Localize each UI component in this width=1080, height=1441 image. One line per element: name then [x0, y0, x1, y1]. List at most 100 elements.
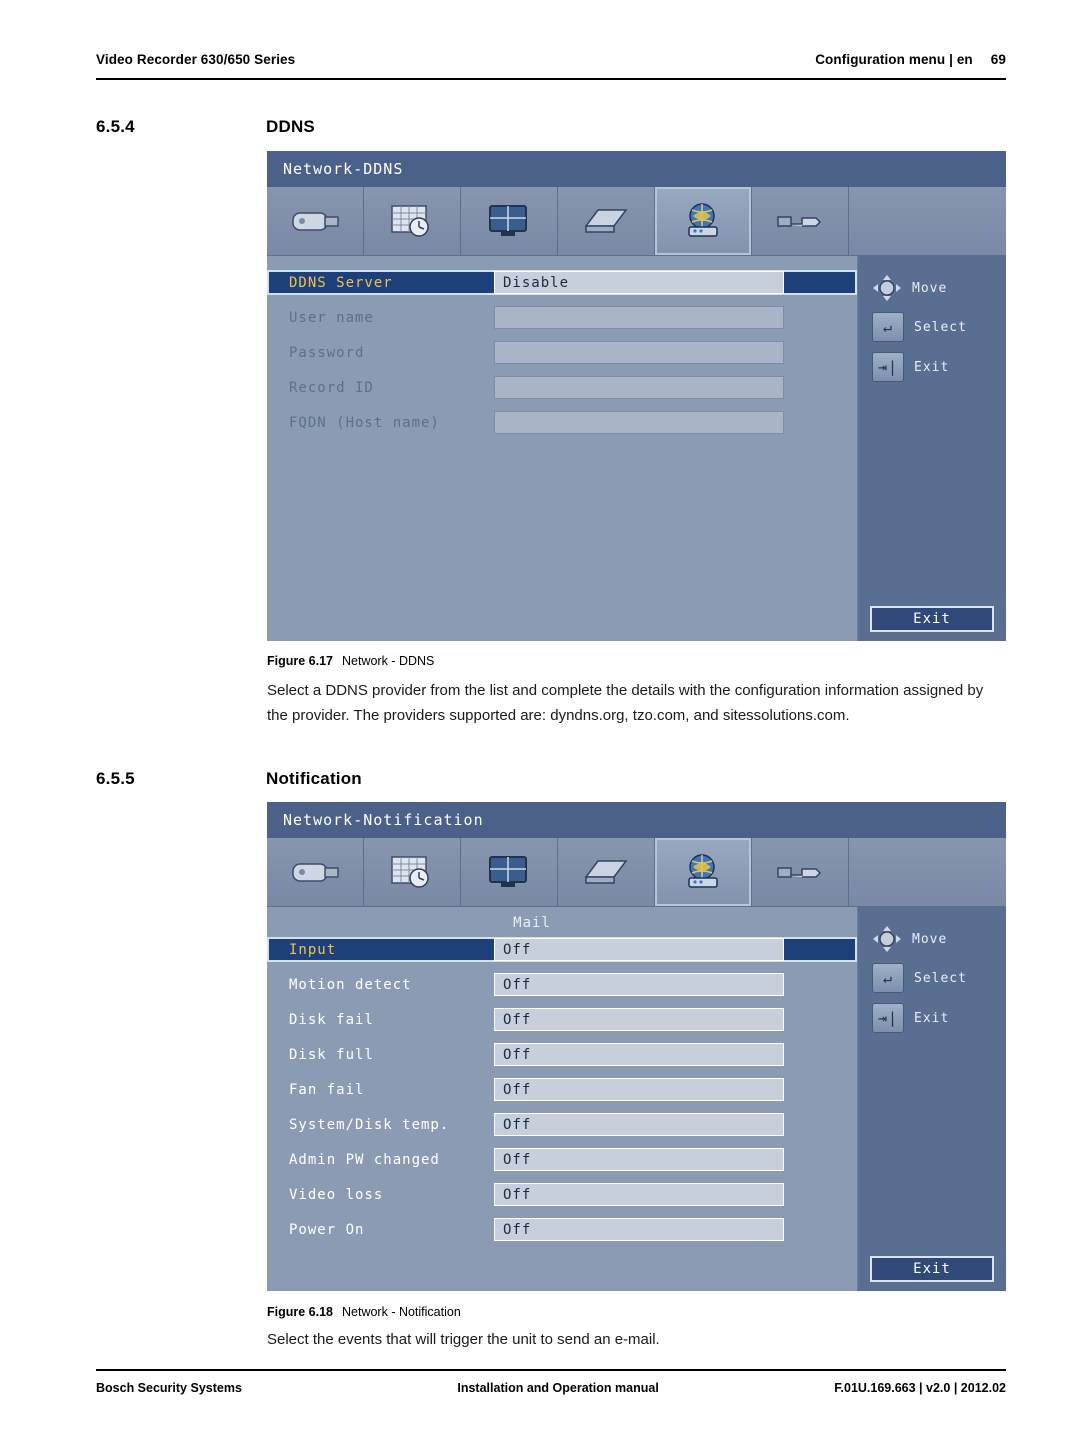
- osd-exit-button-notification[interactable]: Exit: [870, 1256, 994, 1282]
- footer-company: Bosch Security Systems: [96, 1381, 242, 1395]
- osd-icon-system[interactable]: [752, 187, 849, 255]
- field-label-system-disk-temp: System/Disk temp.: [289, 1116, 450, 1133]
- field-row-disk-fail[interactable]: Disk fail Off: [267, 1007, 857, 1032]
- field-row-power-on[interactable]: Power On Off: [267, 1217, 857, 1242]
- field-label-fqdn: FQDN (Host name): [289, 414, 440, 431]
- field-row-video-loss[interactable]: Video loss Off: [267, 1182, 857, 1207]
- osd-icon-network[interactable]: [655, 838, 752, 906]
- field-value-power-on[interactable]: Off: [494, 1218, 784, 1241]
- field-row-fan-fail[interactable]: Fan fail Off: [267, 1077, 857, 1102]
- osd-iconbar-notification: [267, 838, 1006, 907]
- osd-iconbar-spacer: [849, 187, 1006, 255]
- osd-sidebar-ddns: Move ↵ Select ⇥| Exit Exit: [857, 256, 1006, 641]
- body-paragraph-notification: Select the events that will trigger the …: [267, 1331, 660, 1348]
- body-paragraph-ddns: Select a DDNS provider from the list and…: [267, 682, 984, 724]
- field-label-video-loss: Video loss: [289, 1186, 384, 1203]
- field-row-record-id[interactable]: Record ID: [267, 375, 857, 400]
- hint-exit-ddns: ⇥| Exit: [872, 352, 1006, 382]
- field-value-fan-fail[interactable]: Off: [494, 1078, 784, 1101]
- field-row-fqdn[interactable]: FQDN (Host name): [267, 410, 857, 435]
- figure-text-617: Network - DDNS: [342, 654, 435, 668]
- field-row-admin-pw-changed[interactable]: Admin PW changed Off: [267, 1147, 857, 1172]
- section-number-ddns: 6.5.4: [96, 117, 135, 136]
- field-value-fqdn[interactable]: [494, 411, 784, 434]
- header-product-title: Video Recorder 630/650 Series: [96, 52, 296, 67]
- enter-icon: ↵: [872, 963, 904, 993]
- field-label-motion-detect: Motion detect: [289, 976, 412, 993]
- exit-arrow-icon: ⇥|: [872, 352, 904, 382]
- field-label-disk-full: Disk full: [289, 1046, 374, 1063]
- hint-exit-label-ddns: Exit: [914, 359, 950, 375]
- field-label-power-on: Power On: [289, 1221, 365, 1238]
- figure-number-617: Figure 6.17: [267, 654, 333, 668]
- hint-move-label-ddns: Move: [912, 280, 948, 296]
- hint-exit-label-notification: Exit: [914, 1010, 950, 1026]
- osd-icon-storage[interactable]: [558, 187, 655, 255]
- osd-icon-schedule[interactable]: [364, 838, 461, 906]
- section-title-ddns: DDNS: [266, 117, 315, 136]
- enter-icon: ↵: [872, 312, 904, 342]
- field-row-input[interactable]: Input Off: [267, 937, 857, 962]
- osd-icon-system[interactable]: [752, 838, 849, 906]
- osd-icon-schedule[interactable]: [364, 187, 461, 255]
- hint-move-label-notification: Move: [912, 931, 948, 947]
- footer-manual-title: Installation and Operation manual: [457, 1381, 659, 1395]
- osd-title-notification: Network-Notification: [267, 802, 1006, 838]
- osd-icon-camera[interactable]: [267, 187, 364, 255]
- osd-body-notification: Mail Input Off Motion detect Off Disk fa…: [267, 907, 1006, 1291]
- figure-caption-617: Figure 6.17 Network - DDNS: [267, 654, 434, 668]
- field-value-disk-full[interactable]: Off: [494, 1043, 784, 1066]
- header-right: Configuration menu | en 69: [815, 52, 1006, 67]
- field-value-record-id[interactable]: [494, 376, 784, 399]
- osd-field-list-ddns: DDNS Server Disable User name Password R…: [267, 256, 857, 435]
- field-value-ddns-server[interactable]: Disable: [494, 271, 784, 294]
- field-label-user-name: User name: [289, 309, 374, 326]
- osd-hints-notification: Move ↵ Select ⇥| Exit: [858, 907, 1006, 1033]
- hint-move-ddns: Move: [872, 274, 1006, 302]
- header-divider: [96, 78, 1006, 80]
- figure-number-618: Figure 6.18: [267, 1305, 333, 1319]
- osd-icon-storage[interactable]: [558, 838, 655, 906]
- osd-fields-ddns: DDNS Server Disable User name Password R…: [267, 256, 857, 641]
- field-value-admin-pw-changed[interactable]: Off: [494, 1148, 784, 1171]
- field-row-system-disk-temp[interactable]: System/Disk temp. Off: [267, 1112, 857, 1137]
- hint-select-label-ddns: Select: [914, 319, 967, 335]
- osd-screenshot-ddns: Network-DDNS DDNS Server Disable User na…: [267, 151, 1006, 641]
- footer-divider: [96, 1369, 1006, 1371]
- osd-fields-notification: Mail Input Off Motion detect Off Disk fa…: [267, 907, 857, 1291]
- section-title-notification: Notification: [266, 769, 362, 788]
- osd-icon-network[interactable]: [655, 187, 752, 255]
- osd-icon-display[interactable]: [461, 187, 558, 255]
- osd-body-ddns: DDNS Server Disable User name Password R…: [267, 256, 1006, 641]
- footer-doc-id: F.01U.169.663 | v2.0 | 2012.02: [834, 1381, 1006, 1395]
- field-value-password[interactable]: [494, 341, 784, 364]
- hint-exit-notification: ⇥| Exit: [872, 1003, 1006, 1033]
- field-label-admin-pw-changed: Admin PW changed: [289, 1151, 440, 1168]
- field-label-input: Input: [289, 941, 337, 958]
- field-value-video-loss[interactable]: Off: [494, 1183, 784, 1206]
- hint-move-notification: Move: [872, 925, 1006, 953]
- field-value-system-disk-temp[interactable]: Off: [494, 1113, 784, 1136]
- figure-text-618: Network - Notification: [342, 1305, 461, 1319]
- osd-field-list-notification: Input Off Motion detect Off Disk fail Of…: [267, 937, 857, 1242]
- field-label-password: Password: [289, 344, 365, 361]
- osd-icon-display[interactable]: [461, 838, 558, 906]
- osd-title-ddns: Network-DDNS: [267, 151, 1006, 187]
- field-row-ddns-server[interactable]: DDNS Server Disable: [267, 270, 857, 295]
- osd-group-heading-mail: Mail: [513, 915, 551, 931]
- field-row-disk-full[interactable]: Disk full Off: [267, 1042, 857, 1067]
- field-row-user-name[interactable]: User name: [267, 305, 857, 330]
- field-value-user-name[interactable]: [494, 306, 784, 329]
- field-value-disk-fail[interactable]: Off: [494, 1008, 784, 1031]
- field-row-motion-detect[interactable]: Motion detect Off: [267, 972, 857, 997]
- field-label-ddns-server: DDNS Server: [289, 274, 393, 291]
- field-row-password[interactable]: Password: [267, 340, 857, 365]
- osd-icon-camera[interactable]: [267, 838, 364, 906]
- dpad-icon: [872, 925, 902, 953]
- osd-sidebar-notification: Move ↵ Select ⇥| Exit Exit: [857, 907, 1006, 1291]
- field-value-motion-detect[interactable]: Off: [494, 973, 784, 996]
- hint-select-notification: ↵ Select: [872, 963, 1006, 993]
- field-value-input[interactable]: Off: [494, 938, 784, 961]
- figure-caption-618: Figure 6.18 Network - Notification: [267, 1305, 461, 1319]
- osd-exit-button-ddns[interactable]: Exit: [870, 606, 994, 632]
